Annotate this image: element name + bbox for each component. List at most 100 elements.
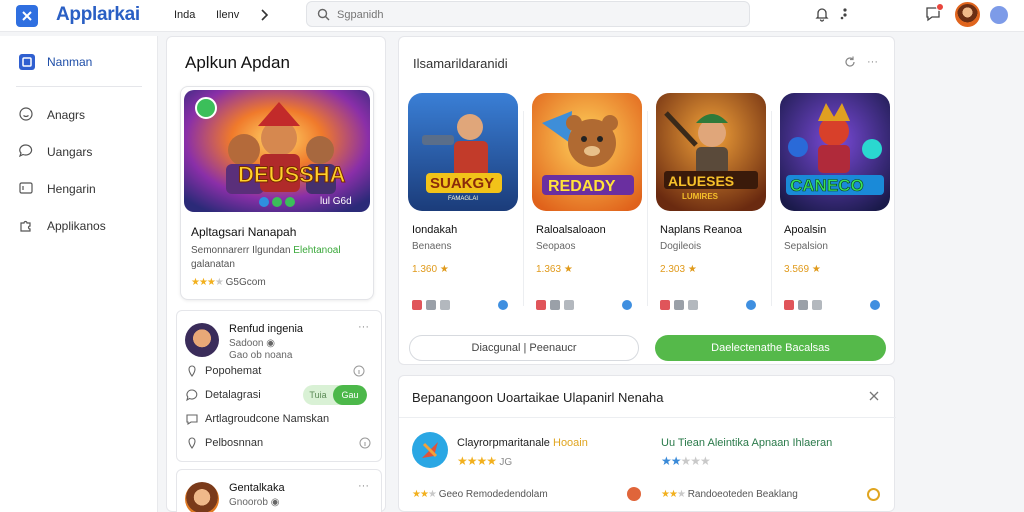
- app-card[interactable]: ALUESES LUMIRES Naplans Reanoa Dogileois…: [647, 93, 771, 318]
- nav-link-home[interactable]: Inda: [174, 9, 195, 21]
- badge-icon: [674, 300, 684, 310]
- sidebar-item-label: Applikanos: [47, 219, 106, 233]
- download-icon[interactable]: [870, 300, 880, 310]
- app-tile-title: ALUESES: [668, 173, 734, 189]
- review-footer: ★★★ Geeo Remodedendolam: [412, 489, 548, 500]
- comment-author[interactable]: Gentalkaka: [229, 482, 285, 494]
- star-icon: ★: [563, 264, 573, 275]
- sidebar-item-home[interactable]: Nanman: [0, 46, 158, 76]
- badge-icon: [784, 300, 794, 310]
- app-name[interactable]: Naplans Reanoa: [660, 224, 742, 236]
- search-bar[interactable]: [306, 1, 750, 27]
- app-tile-image[interactable]: ALUESES LUMIRES: [656, 93, 766, 211]
- close-icon[interactable]: [868, 390, 880, 402]
- sidebar-item-uangars[interactable]: Uangars: [0, 136, 158, 166]
- review-title: Uu Tiean Aleintika Apnaan Ihlaeran: [661, 437, 833, 449]
- featured-app-image[interactable]: DEUSSHA lul G6d: [184, 90, 370, 212]
- rating-value: 1.360: [412, 264, 438, 275]
- action-label: Pelbosnnan: [205, 437, 264, 449]
- star-rating-icon: ★★★★★: [661, 454, 711, 468]
- download-icon[interactable]: [746, 300, 756, 310]
- star-rating-icon: ★★★★: [191, 277, 224, 288]
- bell-icon[interactable]: [814, 6, 830, 22]
- chat-icon: [18, 143, 34, 159]
- platform-badges: [660, 299, 764, 313]
- app-tile-title: SUAKGY: [430, 175, 494, 192]
- badge-icon: [426, 300, 436, 310]
- nav-link-menu[interactable]: Ilenv: [216, 9, 239, 21]
- sidebar-item-anagrs[interactable]: Anagrs: [0, 99, 158, 129]
- section-title: Aplkun Apdan: [185, 53, 290, 72]
- panel-divider: [399, 417, 896, 418]
- chevron-right-icon[interactable]: [259, 9, 269, 21]
- review-item[interactable]: Uu Tiean Aleintika Apnaan Ihlaeran ★★★★★…: [649, 430, 889, 506]
- sidebar-item-hengarin[interactable]: Hengarin: [0, 173, 158, 203]
- action-row[interactable]: Pelbosnnan: [185, 433, 375, 455]
- comment-author[interactable]: Renfud ingenia: [229, 323, 303, 335]
- featured-image-text: DEUSSHA: [238, 162, 346, 187]
- toggle-off-label: Tuia: [309, 390, 327, 400]
- app-name[interactable]: Apoalsin: [784, 224, 826, 236]
- pin-icon: [185, 436, 199, 450]
- download-icon[interactable]: [498, 300, 508, 310]
- brand-logo-icon[interactable]: [16, 5, 38, 27]
- app-card[interactable]: REDADY Raloalsaloaon Seopaos 1.363 ★: [523, 93, 647, 318]
- app-tile-image[interactable]: SUAKGY FAMAGLAI: [408, 93, 518, 211]
- star-icon: ★: [687, 264, 697, 275]
- brand-name[interactable]: Applarkai: [56, 4, 140, 26]
- badge-icon: [812, 300, 822, 310]
- rating-text: G5Gcom: [225, 277, 266, 288]
- sidebar-item-applikanos[interactable]: Applikanos: [0, 210, 158, 240]
- download-icon[interactable]: [622, 300, 632, 310]
- app-name[interactable]: Raloalsaloaon: [536, 224, 606, 236]
- comment-card: Renfud ingenia Sadoon ◉ Gao ob noana ···…: [176, 310, 382, 462]
- comment-subtitle: Sadoon ◉: [229, 338, 275, 349]
- featured-app-card[interactable]: DEUSSHA lul G6d Apltagsari Nanapah Semon…: [180, 86, 374, 300]
- app-card[interactable]: SUAKGY FAMAGLAI Iondakah Benaens 1.360 ★: [399, 93, 523, 318]
- more-options-icon[interactable]: ···: [358, 321, 369, 333]
- info-icon[interactable]: [359, 437, 371, 449]
- app-name[interactable]: Iondakah: [412, 224, 457, 236]
- user-avatar[interactable]: [955, 2, 980, 27]
- subtitle-text: Sadoon: [229, 338, 264, 349]
- id-card-icon: [18, 180, 34, 196]
- review-item[interactable]: Clayrorpmaritanale Hooain ★★★★ JG ★★★ Ge…: [399, 430, 641, 506]
- more-options-icon[interactable]: ···: [867, 55, 878, 69]
- featured-app-description: Semonnarerr Ilgundan Elehtanoal galanata…: [191, 244, 367, 272]
- review-footer-text: Randoeoteden Beaklang: [687, 489, 798, 500]
- refresh-icon[interactable]: [843, 55, 857, 69]
- search-input[interactable]: [337, 6, 717, 23]
- more-options-icon[interactable]: ···: [358, 480, 369, 492]
- action-row[interactable]: Artlagroudcone Namskan: [185, 409, 375, 431]
- app-tile-image[interactable]: REDADY: [532, 93, 642, 211]
- desc-text-2: galanatan: [191, 259, 235, 270]
- sidebar-item-label: Hengarin: [47, 182, 96, 196]
- app-tile-subtitle: LUMIRES: [682, 192, 719, 201]
- badge-icon: [798, 300, 808, 310]
- action-icon[interactable]: [627, 487, 641, 501]
- avatar[interactable]: [185, 323, 219, 357]
- notification-badge: [936, 3, 944, 11]
- app-rating: 3.569 ★: [784, 264, 821, 275]
- help-icon[interactable]: [990, 6, 1008, 24]
- primary-button[interactable]: Daelectenathe Bacalsas: [655, 335, 886, 361]
- secondary-button[interactable]: Diacgunal | Peenaucr: [409, 335, 639, 361]
- app-tile-title: REDADY: [548, 178, 616, 195]
- action-row[interactable]: Popohemat: [185, 361, 375, 383]
- app-rating: 2.303 ★: [660, 264, 697, 275]
- star-icon: ★: [811, 264, 821, 275]
- review-title-highlight: Hooain: [553, 437, 588, 449]
- review-footer: ★★★ Randoeoteden Beaklang: [661, 489, 798, 500]
- chat-icon: [185, 388, 199, 402]
- app-tile-image[interactable]: CANECO: [780, 93, 890, 211]
- settings-icon[interactable]: [838, 6, 852, 22]
- rating-value: 3.569: [784, 264, 810, 275]
- toggle-switch[interactable]: Tuia Gau: [303, 385, 367, 405]
- info-icon[interactable]: [353, 365, 365, 377]
- avatar[interactable]: [185, 482, 219, 512]
- sidebar: Nanman Anagrs Uangars Hengarin Applikano…: [0, 36, 158, 512]
- action-label: Detalagrasi: [205, 389, 261, 401]
- action-row[interactable]: Detalagrasi Tuia Gau: [185, 385, 375, 407]
- action-icon[interactable]: [867, 488, 880, 501]
- app-card[interactable]: CANECO Apoalsin Sepalsion 3.569 ★: [771, 93, 895, 318]
